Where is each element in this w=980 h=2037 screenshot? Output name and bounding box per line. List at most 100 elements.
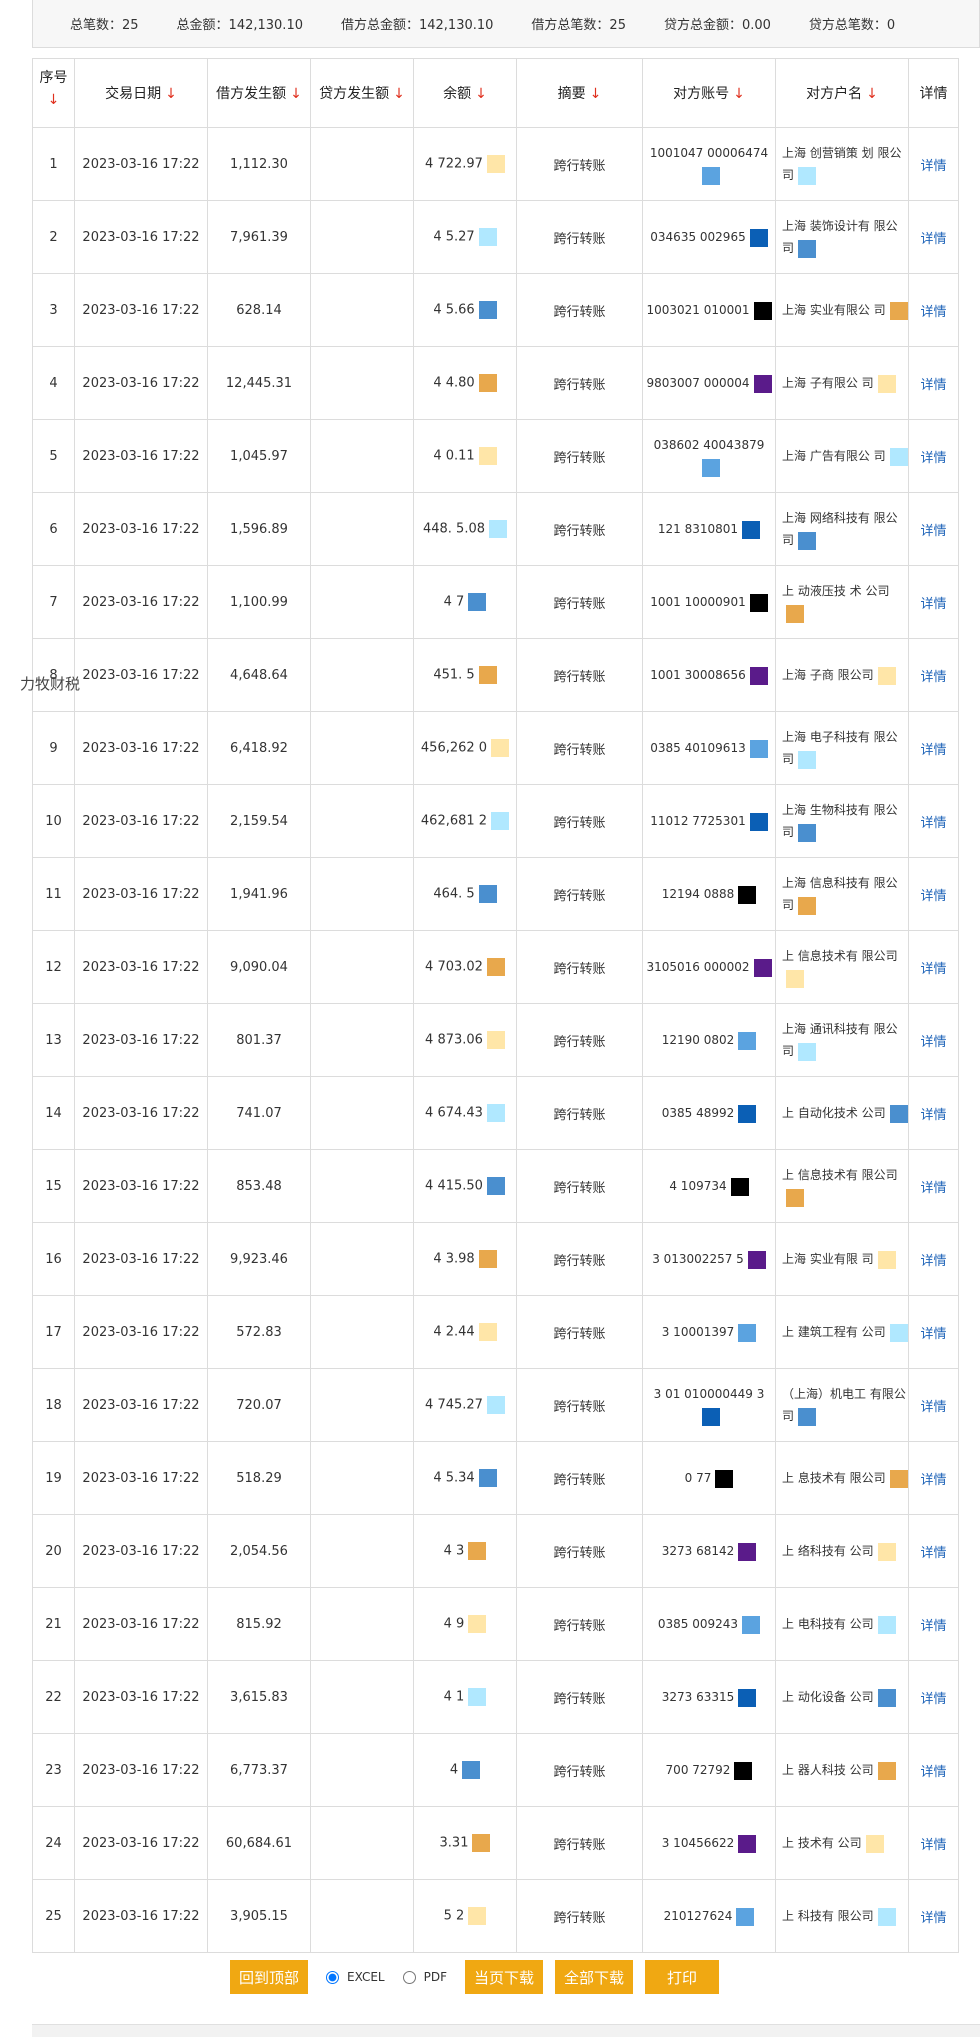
excel-radio-option[interactable]: EXCEL	[326, 1970, 385, 1984]
detail-link[interactable]: 详情	[920, 889, 946, 904]
row-credit	[310, 1806, 414, 1880]
row-detail: 详情	[908, 200, 959, 274]
sort-arrow-icon[interactable]: ↓	[866, 86, 878, 102]
detail-link[interactable]: 详情	[920, 816, 946, 831]
detail-link[interactable]: 详情	[920, 1181, 946, 1196]
table-row: 24 2023-03-16 17:22 60,684.61 3.31 跨行转账 3 104…	[32, 1806, 959, 1880]
detail-link[interactable]: 详情	[920, 524, 946, 539]
row-index: 14	[32, 1076, 75, 1150]
sort-arrow-icon[interactable]: ↓	[290, 86, 302, 102]
detail-link[interactable]: 详情	[920, 670, 946, 685]
row-name: 上海 装饰设计有 限公司	[775, 200, 909, 274]
row-date: 2023-03-16 17:22	[74, 638, 208, 712]
redaction-mask	[478, 301, 497, 319]
row-account: 700 72792	[642, 1733, 776, 1807]
redaction-mask	[798, 1042, 817, 1061]
row-credit	[310, 1295, 414, 1369]
row-date: 2023-03-16 17:22	[74, 1076, 208, 1150]
all-download-button[interactable]: 全部下载	[555, 1960, 634, 1994]
row-credit	[310, 1076, 414, 1150]
header-balance[interactable]: 余额 ↓	[413, 58, 517, 128]
page-download-button[interactable]: 当页下载	[464, 1960, 543, 1994]
row-account: 9803007 000004	[642, 346, 776, 420]
row-balance: 4 4.80	[413, 346, 517, 420]
row-debit: 1,596.89	[207, 492, 311, 566]
detail-link[interactable]: 详情	[920, 1692, 946, 1707]
row-memo: 跨行转账	[516, 1587, 643, 1661]
pdf-radio-option[interactable]: PDF	[402, 1970, 447, 1984]
sort-arrow-icon[interactable]: ↓	[590, 86, 602, 102]
detail-link[interactable]: 详情	[920, 1400, 946, 1415]
header-debit[interactable]: 借方发生额 ↓	[207, 58, 311, 128]
row-debit: 801.37	[207, 1003, 311, 1077]
detail-link[interactable]: 详情	[920, 1619, 946, 1634]
row-date: 2023-03-16 17:22	[74, 1149, 208, 1223]
pdf-radio[interactable]	[402, 1970, 416, 1984]
sort-arrow-icon[interactable]: ↓	[34, 89, 74, 111]
row-detail: 详情	[908, 1806, 959, 1880]
table-row: 22 2023-03-16 17:22 3,615.83 4 1 跨行转账 3273 63…	[32, 1660, 959, 1734]
back-to-top-button[interactable]: 回到顶部	[230, 1960, 309, 1994]
row-index: 11	[32, 857, 75, 931]
row-debit: 9,923.46	[207, 1222, 311, 1296]
summary-credit-count: 贷方总笔数：0	[808, 18, 896, 33]
excel-radio[interactable]	[326, 1970, 340, 1984]
detail-link[interactable]: 详情	[920, 159, 946, 174]
redaction-mask	[798, 1407, 817, 1426]
row-balance: 4 722.97	[413, 127, 517, 201]
row-balance: 4 0.11	[413, 419, 517, 493]
row-balance: 4 7	[413, 565, 517, 639]
header-account[interactable]: 对方账号 ↓	[642, 58, 776, 128]
row-balance: 4 5.27	[413, 200, 517, 274]
row-debit: 2,159.54	[207, 784, 311, 858]
redaction-mask	[738, 1323, 757, 1342]
row-date: 2023-03-16 17:22	[74, 200, 208, 274]
redaction-mask	[478, 1250, 497, 1268]
sort-arrow-icon[interactable]: ↓	[733, 86, 745, 102]
detail-link[interactable]: 详情	[920, 451, 946, 466]
detail-link[interactable]: 详情	[920, 1254, 946, 1269]
row-name: 上海 实业有限 司	[775, 1222, 909, 1296]
redaction-mask	[462, 1761, 481, 1779]
detail-link[interactable]: 详情	[920, 305, 946, 320]
header-credit[interactable]: 贷方发生额 ↓	[310, 58, 414, 128]
header-memo[interactable]: 摘要 ↓	[516, 58, 643, 128]
redaction-mask	[798, 531, 817, 550]
row-balance: 4 5.66	[413, 273, 517, 347]
row-credit	[310, 1441, 414, 1515]
row-index: 24	[32, 1806, 75, 1880]
detail-link[interactable]: 详情	[920, 378, 946, 393]
header-name[interactable]: 对方户名 ↓	[775, 58, 909, 128]
detail-link[interactable]: 详情	[920, 1327, 946, 1342]
row-index: 15	[32, 1149, 75, 1223]
detail-link[interactable]: 详情	[920, 1546, 946, 1561]
row-date: 2023-03-16 17:22	[74, 273, 208, 347]
row-debit: 9,090.04	[207, 930, 311, 1004]
sort-arrow-icon[interactable]: ↓	[393, 86, 405, 102]
detail-link[interactable]: 详情	[920, 1765, 946, 1780]
redaction-mask	[786, 1188, 804, 1207]
detail-link[interactable]: 详情	[920, 597, 946, 612]
detail-link[interactable]: 详情	[920, 1838, 946, 1853]
sort-arrow-icon[interactable]: ↓	[475, 86, 487, 102]
row-credit	[310, 1003, 414, 1077]
detail-link[interactable]: 详情	[920, 1473, 946, 1488]
row-memo: 跨行转账	[516, 1222, 643, 1296]
print-button[interactable]: 打印	[645, 1960, 720, 1994]
redaction-mask	[715, 1469, 734, 1488]
detail-link[interactable]: 详情	[920, 1911, 946, 1926]
detail-link[interactable]: 详情	[920, 1108, 946, 1123]
row-date: 2023-03-16 17:22	[74, 711, 208, 785]
row-debit: 741.07	[207, 1076, 311, 1150]
detail-link[interactable]: 详情	[920, 232, 946, 247]
redaction-mask	[749, 812, 768, 831]
header-date[interactable]: 交易日期 ↓	[74, 58, 208, 128]
detail-link[interactable]: 详情	[920, 743, 946, 758]
row-credit	[310, 492, 414, 566]
detail-link[interactable]: 详情	[920, 962, 946, 977]
redaction-mask	[889, 1469, 908, 1488]
detail-link[interactable]: 详情	[920, 1035, 946, 1050]
row-detail: 详情	[908, 419, 959, 493]
row-name: 上海 实业有限公 司	[775, 273, 909, 347]
sort-arrow-icon[interactable]: ↓	[165, 86, 177, 102]
